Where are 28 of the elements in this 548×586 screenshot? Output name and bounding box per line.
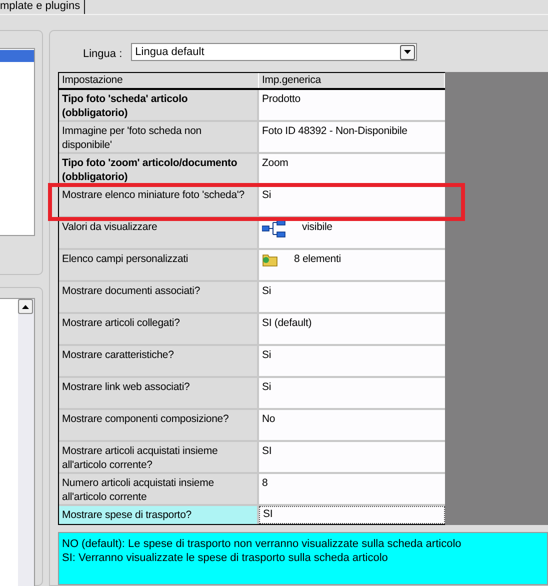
scrollbar[interactable] — [18, 299, 34, 586]
setting-name: Mostrare link web associati? — [59, 378, 259, 408]
setting-name: Mostrare spese di trasporto? — [59, 506, 259, 524]
setting-name: Immagine per 'foto scheda non disponibile' — [59, 122, 259, 152]
setting-name: Mostrare componenti composizione? — [59, 410, 259, 440]
setting-name: Mostrare articoli acquistati insieme all'articolo corrente? — [59, 442, 259, 472]
language-label: Lingua : — [83, 48, 122, 60]
help-text: NO (default): Le spese di trasporto non verranno visualizzate sulla scheda articolo — [62, 537, 462, 551]
tab[interactable]: mplate e plugins — [0, 0, 86, 14]
column-header[interactable]: Impostazione — [59, 73, 259, 88]
setting-name: Mostrare elenco miniature foto 'scheda'? — [59, 186, 259, 216]
setting-name: Tipo foto 'zoom' articolo/documento (obbligatorio) — [59, 154, 259, 184]
help-text: SI: Verranno visualizzate le spese di trasporto sulla scheda articolo — [62, 551, 389, 565]
folder-icon — [262, 252, 278, 267]
scroll-up-button[interactable] — [18, 299, 33, 314]
language-dropdown[interactable]: Lingua default — [131, 43, 418, 61]
setting-name: Mostrare documenti associati? — [59, 282, 259, 312]
tree-icon — [262, 220, 286, 238]
list-item[interactable] — [0, 50, 34, 62]
up-arrow-icon — [22, 304, 29, 308]
setting-name: Valori da visualizzare — [59, 218, 259, 248]
setting-value[interactable]: SI — [259, 506, 445, 524]
setting-name: Elenco campi personalizzati — [59, 250, 259, 280]
setting-name: Tipo foto 'scheda' articolo (obbligatorio) — [59, 90, 259, 120]
setting-name: Mostrare articoli collegati? — [59, 314, 259, 344]
setting-name: Numero articoli acquistati insieme all'articolo corrente — [59, 474, 259, 504]
dropdown-arrow-icon — [404, 50, 412, 54]
setting-name: Mostrare caratteristiche? — [59, 346, 259, 376]
